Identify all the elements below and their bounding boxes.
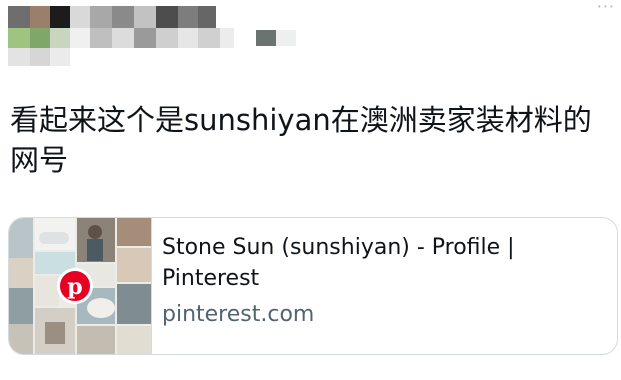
more-icon[interactable]: ··· (597, 0, 615, 15)
redacted-pixel-block (50, 6, 70, 28)
link-preview-thumbnail: p (9, 218, 152, 354)
redacted-pixel-block (90, 6, 112, 28)
redacted-pixel-block (156, 28, 178, 48)
redacted-pixel-block (220, 28, 234, 48)
redacted-pixel-block (70, 6, 90, 28)
redacted-pixel-block (8, 6, 30, 28)
redacted-pixel-block (50, 28, 70, 48)
redacted-pixel-block (178, 6, 198, 28)
redacted-pixel-block (178, 28, 198, 48)
redacted-pixel-block (198, 6, 216, 28)
redacted-pixel-block (8, 48, 30, 66)
svg-text:p: p (67, 274, 82, 300)
redacted-pixel-block (30, 6, 50, 28)
redacted-pixel-block (112, 28, 134, 48)
redacted-pixel-block (8, 28, 30, 48)
redacted-pixel-block (156, 6, 178, 28)
post-author-header-redacted: ··· (0, 0, 621, 76)
redacted-pixel-block (30, 28, 50, 48)
redacted-pixel-block (276, 30, 296, 46)
link-preview-card[interactable]: p Stone Sun (sunshiyan) - Profile | Pint… (8, 217, 618, 355)
pinterest-logo-icon: p (57, 268, 93, 304)
link-preview-title[interactable]: Stone Sun (sunshiyan) - Profile | Pinter… (162, 232, 602, 294)
redacted-pixel-block (198, 28, 220, 48)
redacted-pixel-block (134, 28, 156, 48)
redacted-pixel-block (256, 30, 276, 46)
redacted-pixel-block (50, 48, 70, 66)
link-preview-domain: pinterest.com (162, 302, 315, 327)
redacted-pixel-block (30, 48, 50, 66)
redacted-pixel-block (70, 28, 90, 48)
post-text: 看起来这个是sunshiyan在澳洲卖家装材料的网号 (10, 103, 592, 177)
redacted-pixel-block (112, 6, 134, 28)
redacted-pixel-block (134, 6, 156, 28)
redacted-pixel-block (90, 28, 112, 48)
link-preview-text[interactable]: Stone Sun (sunshiyan) - Profile | Pinter… (162, 232, 602, 329)
